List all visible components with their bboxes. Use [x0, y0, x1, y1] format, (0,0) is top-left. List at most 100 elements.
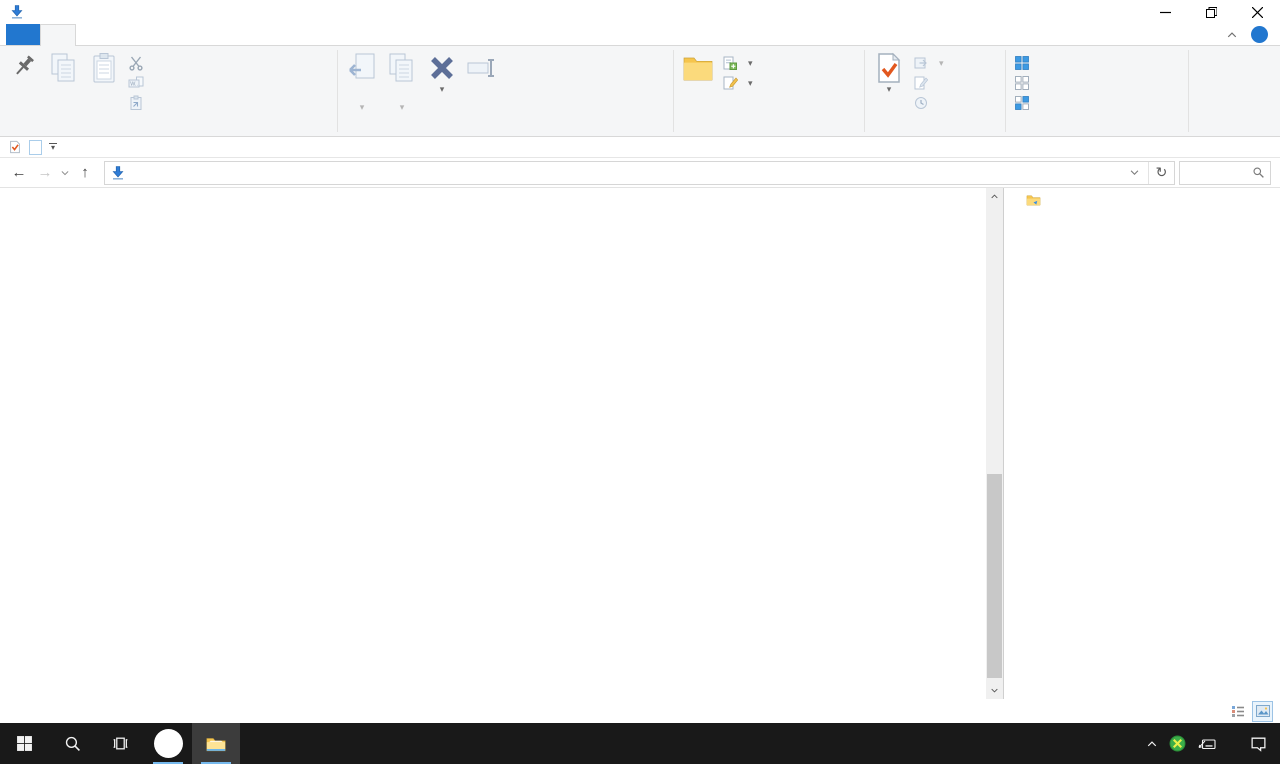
start-button[interactable] [0, 723, 48, 764]
ribbon-group-open: ▾ ▾ [865, 46, 1005, 136]
forward-button[interactable]: → [32, 164, 58, 181]
paste-shortcut-button[interactable] [124, 93, 153, 113]
ribbon-group-select [1006, 46, 1188, 136]
scroll-up-icon[interactable] [986, 188, 1003, 205]
edit-icon [913, 75, 929, 91]
quick-access-toolbar: ▾ [0, 137, 1280, 158]
move-to-icon [346, 52, 378, 84]
scrollbar-thumb[interactable] [987, 474, 1002, 678]
easy-access-icon [722, 75, 738, 91]
desktop-folder-icon[interactable] [1026, 192, 1041, 207]
input-indicator-icon[interactable] [1197, 737, 1217, 751]
ribbon: ▾ ▾ ▾ [0, 46, 1280, 137]
title-bar [0, 0, 1280, 24]
recent-locations-icon[interactable] [60, 168, 70, 178]
task-view-icon [112, 735, 129, 752]
details-view-button[interactable] [1228, 702, 1247, 721]
search-icon[interactable] [1252, 166, 1265, 179]
file-explorer-icon [205, 733, 227, 755]
copy-to-button[interactable]: ▾ [382, 50, 422, 115]
vertical-scrollbar[interactable] [986, 188, 1003, 699]
customize-qat-button[interactable]: ▾ [49, 143, 57, 152]
pin-to-quick-access-button[interactable] [4, 50, 44, 101]
rename-icon [466, 52, 498, 84]
tray-expand-icon[interactable] [1146, 738, 1158, 750]
yandex-browser-icon [154, 729, 183, 758]
close-button[interactable] [1234, 0, 1280, 24]
navigation-bar: ← → ↑ ↻ [0, 158, 1280, 188]
paste-icon [88, 52, 120, 84]
history-button[interactable] [909, 93, 948, 113]
restore-button[interactable] [1188, 0, 1234, 24]
group-label-clipboard [0, 132, 337, 136]
qat-properties-icon[interactable] [8, 140, 22, 154]
invert-selection-button[interactable] [1010, 93, 1039, 113]
collapse-ribbon-icon[interactable] [1226, 29, 1238, 41]
easy-access-button[interactable]: ▾ [718, 73, 757, 93]
edit-button[interactable] [909, 73, 948, 93]
help-button[interactable] [1251, 26, 1268, 43]
new-folder-icon [682, 52, 714, 84]
delete-button[interactable]: ▾ [422, 50, 462, 95]
content-area [0, 188, 1280, 699]
history-icon [913, 95, 929, 111]
paste-button[interactable] [84, 50, 124, 87]
windows-logo-icon [16, 735, 33, 752]
select-none-icon [1014, 75, 1030, 91]
up-button[interactable]: ↑ [72, 164, 98, 181]
new-item-icon [722, 55, 738, 71]
select-none-button[interactable] [1010, 73, 1039, 93]
delete-x-icon [426, 52, 458, 84]
properties-button[interactable]: ▾ [869, 50, 909, 95]
copy-icon [48, 52, 80, 84]
new-item-button[interactable]: ▾ [718, 53, 757, 73]
open-button[interactable]: ▾ [909, 53, 948, 73]
file-grid [160, 188, 1003, 699]
group-label-open [865, 132, 1005, 136]
tab-share[interactable] [76, 24, 110, 45]
explorer-window: ▾ ▾ ▾ [0, 0, 1280, 723]
ribbon-tab-strip [0, 24, 1280, 46]
task-view-button[interactable] [96, 723, 144, 764]
search-icon [64, 735, 81, 752]
tab-home[interactable] [40, 24, 76, 46]
downloads-folder-icon [110, 165, 126, 181]
sidebar [0, 188, 160, 699]
group-label-select [1006, 132, 1188, 136]
taskbar-file-explorer[interactable] [192, 723, 240, 764]
address-bar[interactable]: ↻ [104, 161, 1175, 185]
move-to-button[interactable]: ▾ [342, 50, 382, 115]
back-button[interactable]: ← [6, 164, 32, 181]
new-folder-button[interactable] [678, 50, 718, 101]
copy-path-button[interactable] [124, 73, 153, 93]
taskbar-yandex-browser[interactable] [144, 723, 192, 764]
taskbar [0, 723, 1280, 764]
antivirus-tray-icon[interactable] [1169, 735, 1186, 752]
qat-new-folder-icon[interactable] [29, 140, 42, 155]
tab-file[interactable] [6, 24, 40, 45]
taskbar-search-button[interactable] [48, 723, 96, 764]
minimize-button[interactable] [1142, 0, 1188, 24]
ribbon-group-divider [1188, 50, 1189, 132]
ribbon-group-clipboard [0, 46, 337, 136]
rename-button[interactable] [462, 50, 502, 87]
copy-button[interactable] [44, 50, 84, 87]
scissors-icon [128, 55, 144, 71]
address-dropdown-icon[interactable] [1129, 167, 1140, 178]
properties-icon [873, 52, 905, 84]
select-all-button[interactable] [1010, 53, 1039, 73]
scroll-down-icon[interactable] [986, 682, 1003, 699]
refresh-button[interactable]: ↻ [1148, 162, 1174, 184]
action-center-icon[interactable] [1250, 735, 1267, 752]
pin-icon [8, 52, 40, 84]
cut-button[interactable] [124, 53, 153, 73]
ribbon-group-organize: ▾ ▾ ▾ [338, 46, 673, 136]
group-label-organize [338, 132, 673, 136]
select-all-icon [1014, 55, 1030, 71]
thumbnails-view-button[interactable] [1253, 702, 1272, 721]
open-icon [913, 55, 929, 71]
tab-view[interactable] [110, 24, 144, 45]
ribbon-group-create: ▾ ▾ [674, 46, 864, 136]
search-input[interactable] [1179, 161, 1271, 185]
invert-selection-icon [1014, 95, 1030, 111]
